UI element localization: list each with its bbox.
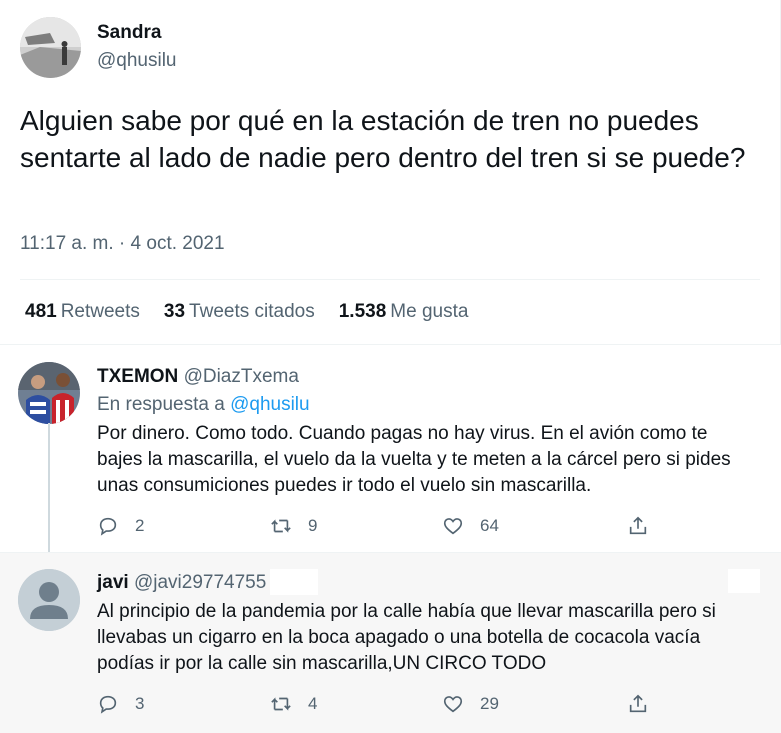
- retweets-stat[interactable]: 481 Retweets: [25, 301, 140, 323]
- retweet-icon: [271, 519, 291, 533]
- reply-author-handle[interactable]: @DiazTxema: [184, 366, 299, 387]
- retweets-label: Retweets: [60, 301, 140, 322]
- share-icon: [629, 694, 647, 713]
- reply-avatar[interactable]: [18, 569, 80, 631]
- reply-button[interactable]: 2: [97, 515, 144, 537]
- reply-header: javi @javi29774755: [97, 572, 266, 594]
- share-icon: [629, 516, 647, 535]
- reply-button[interactable]: 3: [97, 693, 144, 715]
- quote-tweets-count: 33: [163, 301, 186, 322]
- heart-icon: [443, 696, 463, 713]
- author-name[interactable]: Sandra: [97, 22, 161, 44]
- heart-icon: [443, 518, 463, 535]
- tweet-stats: 481 Retweets 33 Tweets citados 1.538 Me gus…: [25, 301, 492, 323]
- reply-header: TXEMON @DiazTxema: [97, 366, 299, 388]
- like-button[interactable]: 29: [442, 693, 499, 715]
- reply-text: Al principio de la pandemia por la calle…: [97, 601, 716, 674]
- reply-avatar[interactable]: [18, 362, 80, 424]
- reply-icon: [99, 517, 117, 536]
- likes-stat[interactable]: 1.538 Me gusta: [339, 301, 469, 323]
- reply-tweet[interactable]: javi @javi29774755 Al principio de la pa…: [0, 553, 781, 733]
- redacted-box: [270, 569, 318, 595]
- divider: [20, 279, 760, 280]
- reply-author-name[interactable]: javi: [97, 572, 129, 593]
- redacted-box: [728, 569, 760, 593]
- retweet-button[interactable]: 4: [270, 693, 317, 715]
- reply-actions: 2 9 64: [97, 515, 657, 541]
- share-button[interactable]: [627, 515, 649, 537]
- like-count: 29: [480, 694, 499, 713]
- retweet-icon: [271, 697, 291, 711]
- replying-to-label: En respuesta a: [97, 394, 225, 415]
- likes-count: 1.538: [338, 301, 387, 322]
- retweet-count: 9: [308, 516, 318, 535]
- reply-count: 3: [135, 694, 145, 713]
- quote-tweets-label: Tweets citados: [189, 301, 315, 322]
- likes-label: Me gusta: [390, 301, 469, 322]
- reply-tweet[interactable]: TXEMON @DiazTxema En respuesta a @qhusil…: [0, 345, 781, 552]
- reply-author-handle[interactable]: @javi29774755: [134, 572, 266, 593]
- reply-actions: 3 4 29: [97, 693, 657, 719]
- like-count: 64: [480, 516, 499, 535]
- reply-text: Por dinero. Como todo. Cuando pagas no h…: [97, 423, 731, 496]
- author-avatar[interactable]: [20, 17, 81, 78]
- quote-tweets-stat[interactable]: 33 Tweets citados: [164, 301, 315, 323]
- thread-line: [48, 423, 50, 552]
- like-button[interactable]: 64: [442, 515, 499, 537]
- reply-icon: [99, 695, 117, 714]
- author-handle[interactable]: @qhusilu: [97, 50, 177, 72]
- retweet-count: 4: [308, 694, 318, 713]
- replying-to-link[interactable]: @qhusilu: [230, 394, 310, 415]
- replying-to: En respuesta a @qhusilu: [97, 394, 310, 416]
- retweet-button[interactable]: 9: [270, 515, 317, 537]
- share-button[interactable]: [627, 693, 649, 715]
- tweet-timestamp[interactable]: 11:17 a. m. · 4 oct. 2021: [20, 233, 225, 255]
- retweets-count: 481: [25, 301, 57, 322]
- main-tweet: Sandra @qhusilu Alguien sabe por qué en …: [0, 0, 781, 344]
- tweet-text: Alguien sabe por qué en la estación de t…: [20, 105, 746, 173]
- reply-author-name[interactable]: TXEMON: [97, 366, 178, 387]
- reply-count: 2: [135, 516, 145, 535]
